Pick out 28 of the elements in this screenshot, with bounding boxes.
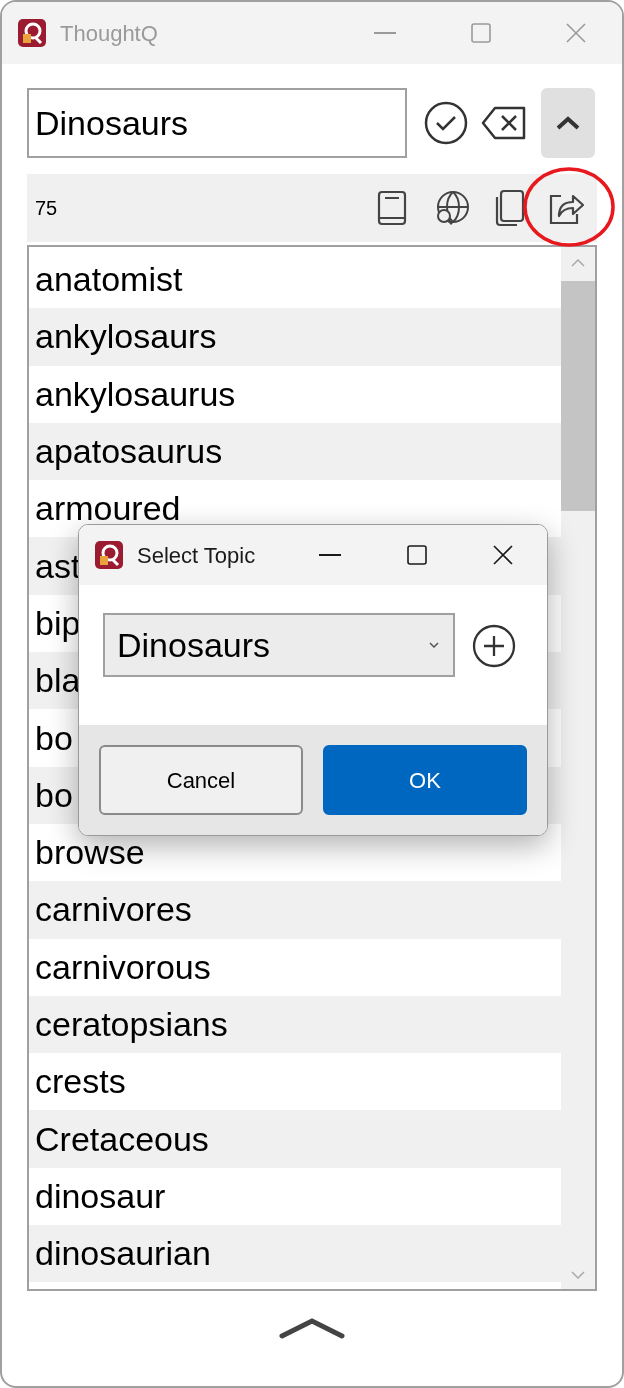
app-logo-icon: [95, 541, 123, 569]
chevron-up-icon: [556, 116, 580, 130]
ok-button[interactable]: OK: [323, 745, 527, 815]
topic-dropdown[interactable]: Dinosaurs: [103, 613, 455, 677]
window-title: ThoughtQ: [60, 19, 158, 48]
scrollbar[interactable]: [561, 247, 595, 1289]
word-list-item[interactable]: Cretaceous: [29, 1110, 561, 1168]
word-list-item[interactable]: ankylosaurs: [29, 308, 561, 366]
close-icon[interactable]: [493, 545, 513, 565]
result-count: 75: [35, 196, 58, 221]
search-field[interactable]: Dinosaurs: [27, 88, 407, 158]
dropdown-caret-icon: [429, 642, 439, 648]
backspace-icon[interactable]: [481, 106, 527, 140]
book-icon[interactable]: [377, 190, 407, 226]
maximize-icon[interactable]: [407, 545, 427, 565]
collapse-button[interactable]: [541, 88, 595, 158]
app-logo-icon: [18, 19, 46, 47]
word-list-item[interactable]: carnivores: [29, 881, 561, 939]
dialog-title: Select Topic: [137, 541, 256, 570]
copy-icon[interactable]: [493, 189, 525, 227]
confirm-check-icon[interactable]: [423, 100, 469, 146]
word-list-item[interactable]: apatosaurus: [29, 422, 561, 481]
word-list-item[interactable]: ceratopsians: [29, 995, 561, 1054]
cancel-button[interactable]: Cancel: [99, 745, 303, 815]
add-circle-icon[interactable]: [471, 623, 517, 669]
word-list-item[interactable]: dinosaurian: [29, 1225, 561, 1283]
scroll-thumb[interactable]: [561, 281, 595, 511]
chevron-up-icon[interactable]: [279, 1317, 345, 1339]
